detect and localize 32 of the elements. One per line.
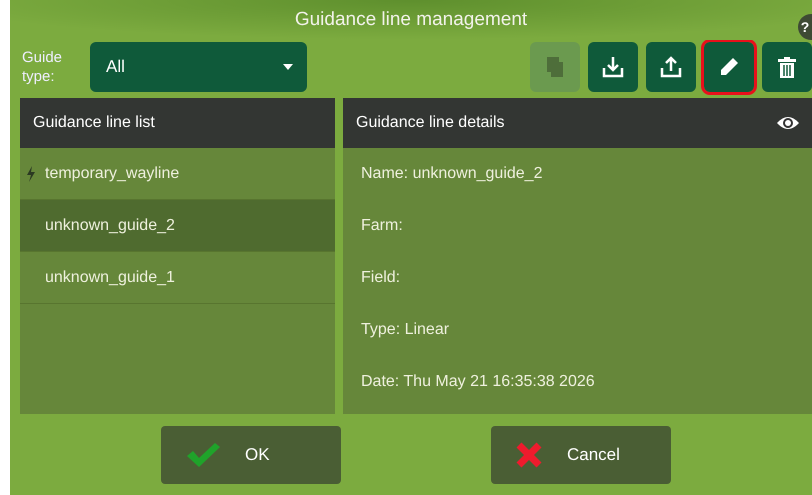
cross-icon: [515, 440, 543, 468]
detail-text: Type: Linear: [360, 320, 450, 340]
delete-button[interactable]: [762, 42, 812, 92]
caret-icon: [283, 64, 293, 70]
import-button[interactable]: [588, 42, 638, 92]
guide-type-dropdown[interactable]: All: [90, 42, 307, 92]
eye-icon[interactable]: [776, 115, 800, 131]
list-item[interactable]: unknown_guide_1: [20, 252, 335, 304]
help-button[interactable]: ?: [798, 14, 812, 40]
trash-icon: [778, 56, 796, 78]
detail-text: Field:: [360, 268, 402, 288]
panel-title: Guidance line details: [356, 114, 505, 132]
edit-button[interactable]: [704, 42, 754, 92]
panel-title: Guidance line list: [33, 114, 155, 132]
upload-icon: [660, 56, 682, 78]
copy-icon: [546, 56, 564, 78]
window-title: Guidance line management: [294, 9, 528, 31]
cancel-button[interactable]: Cancel: [491, 426, 671, 484]
export-button[interactable]: [646, 42, 696, 92]
download-icon: [602, 56, 624, 78]
list-item-label: unknown_guide_2: [45, 216, 175, 234]
detail-text: Date: Thu May 21 16:35:38 2026: [360, 372, 596, 392]
pencil-icon: [719, 57, 739, 77]
detail-text: Farm:: [360, 216, 404, 236]
list-item-label: unknown_guide_1: [45, 268, 175, 286]
list-item-label: temporary_wayline: [45, 164, 180, 182]
ok-button[interactable]: OK: [161, 426, 341, 484]
list-item[interactable]: unknown_guide_2: [20, 200, 335, 252]
checkmark-icon: [185, 442, 221, 468]
detail-text: Name: unknown_guide_2: [360, 164, 544, 184]
guide-type-label: Guide type:: [22, 48, 64, 86]
lightning-icon: [26, 166, 36, 182]
